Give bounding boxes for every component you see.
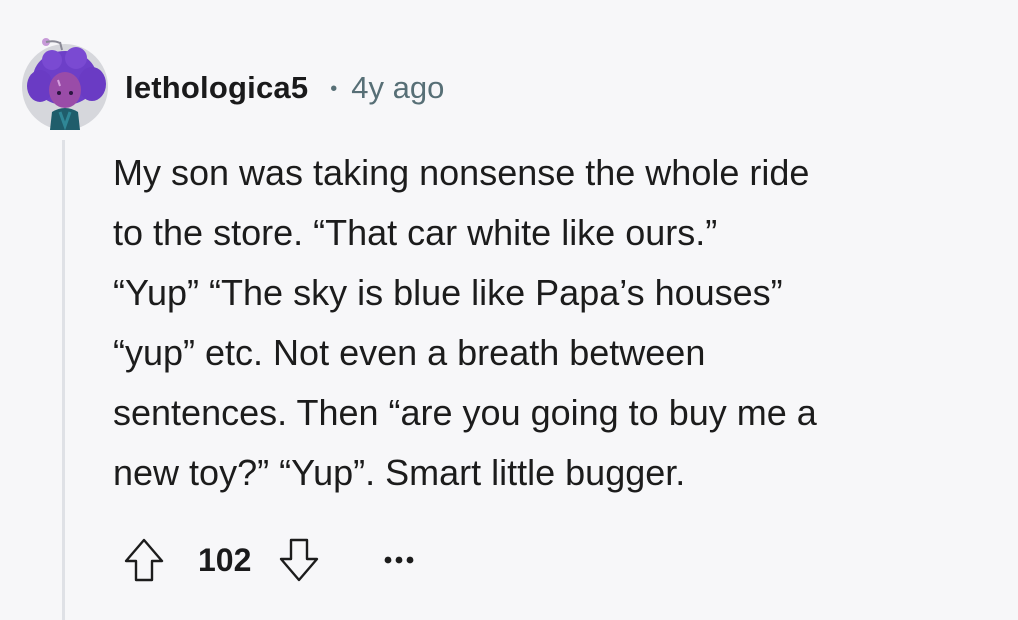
author-username[interactable]: lethologica5 xyxy=(125,70,308,106)
comment-body: My son was taking nonsense the whole rid… xyxy=(113,143,993,503)
comment-actions: 102 xyxy=(122,535,419,585)
vote-score: 102 xyxy=(198,541,252,578)
snoo-avatar-icon xyxy=(22,38,108,131)
comment-line: new toy?” “Yup”. Smart little bugger. xyxy=(113,452,686,493)
thread-line[interactable] xyxy=(62,140,65,620)
downvote-arrow-icon xyxy=(280,538,319,582)
comment-line: “Yup” “The sky is blue like Papa’s house… xyxy=(113,272,783,313)
comment-timestamp[interactable]: 4y ago xyxy=(351,70,444,106)
more-options-button[interactable] xyxy=(379,535,419,585)
comment-line: “yup” etc. Not even a breath between xyxy=(113,332,706,373)
comment-line: sentences. Then “are you going to buy me… xyxy=(113,392,817,433)
comment-line: My son was taking nonsense the whole rid… xyxy=(113,152,810,193)
comment-line: to the store. “That car white like ours.… xyxy=(113,212,718,253)
downvote-button[interactable] xyxy=(277,535,321,585)
meta-separator: • xyxy=(330,77,338,100)
upvote-arrow-icon xyxy=(124,538,164,582)
comment: lethologica5 • 4y ago My son was taking … xyxy=(0,0,1018,620)
upvote-button[interactable] xyxy=(122,535,166,585)
more-options-icon xyxy=(384,556,414,564)
comment-header: lethologica5 • 4y ago xyxy=(125,68,444,108)
avatar[interactable] xyxy=(20,38,110,131)
